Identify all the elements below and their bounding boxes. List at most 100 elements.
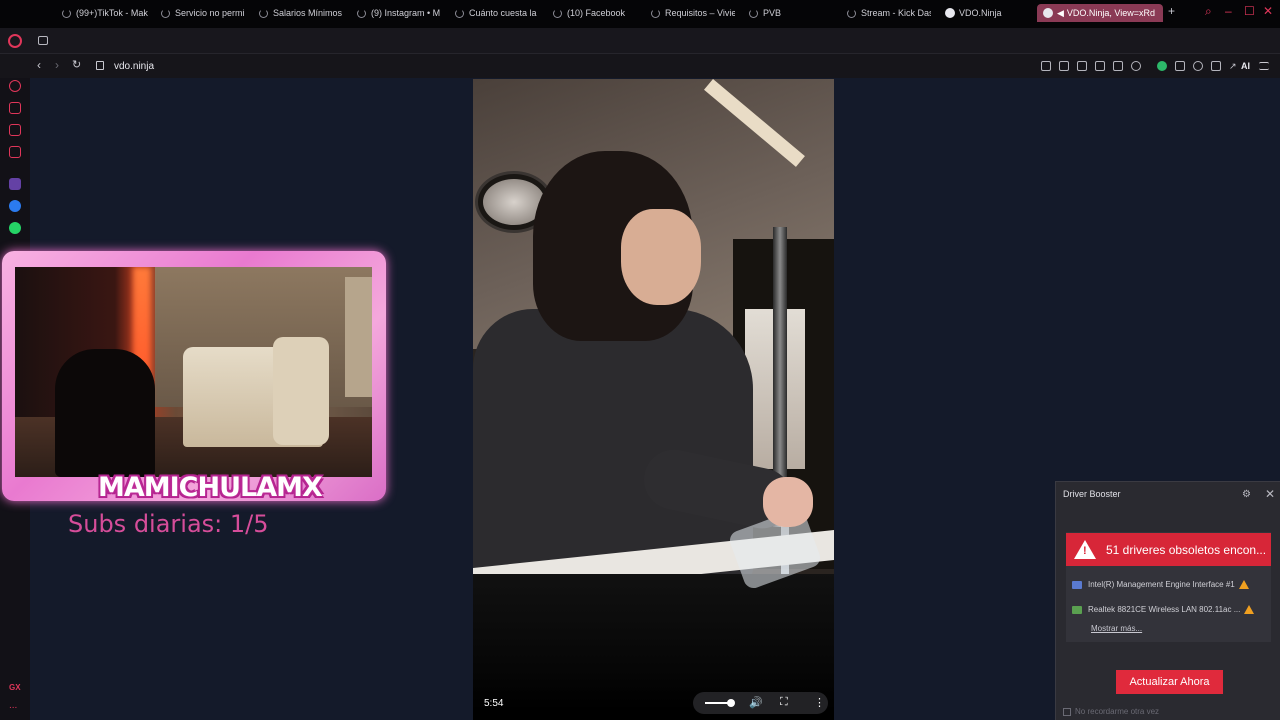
forward-icon[interactable]: ›: [55, 58, 59, 72]
tab-label: Cuánto cuesta la ·: [469, 8, 539, 18]
loading-icon: [455, 8, 464, 18]
bookmark-pin-icon[interactable]: [1041, 61, 1051, 71]
loading-icon: [259, 8, 268, 18]
gaming-chair: [55, 349, 155, 477]
vdo-ninja-favicon-icon: [1043, 8, 1053, 18]
gx-corner-icon[interactable]: [9, 102, 21, 114]
show-more-link[interactable]: Mostrar más...: [1091, 624, 1142, 633]
driver-booster-popup: Driver Booster ⚙ ✕ ! 51 driveres obsolet…: [1055, 481, 1280, 720]
alert-banner: ! 51 driveres obsoletos encon...: [1066, 533, 1271, 566]
video-player[interactable]: 5:54 🔊 ⛶ ⋮: [473, 79, 834, 720]
driver-item: Realtek 8821CE Wireless LAN 802.11ac ...: [1072, 605, 1255, 614]
tab-label: Requisitos – Vivie: [665, 8, 735, 18]
tab-label: (10) Facebook: [567, 8, 626, 18]
lock-icon: [96, 61, 104, 70]
tab-label: (9) Instagram • M: [371, 8, 441, 18]
aria-icon[interactable]: ↗: [1229, 61, 1239, 71]
vdo-ninja-favicon-icon: [945, 8, 955, 18]
search-tabs-icon[interactable]: ⌕: [1205, 4, 1212, 19]
video-time: 5:54: [484, 698, 504, 709]
tab-requisitos[interactable]: Requisitos – Vivie: [651, 4, 735, 22]
sofa-arm: [273, 337, 329, 445]
gx-control-icon[interactable]: [9, 80, 21, 92]
vpn-icon[interactable]: [1157, 61, 1167, 71]
loading-icon: [62, 8, 71, 18]
gx-media-icon[interactable]: [9, 146, 21, 158]
tab-vdo-ninja-view[interactable]: ◀ VDO.Ninja, View=xRd: [1037, 4, 1163, 22]
streamer-name: MAMICHULAMX: [98, 472, 323, 503]
checkbox-box[interactable]: [1063, 707, 1071, 716]
tab-salarios[interactable]: Salarios Mínimos ·: [259, 4, 343, 22]
close-icon[interactable]: ✕: [1265, 487, 1275, 501]
dont-remind-checkbox[interactable]: No recordarme otra vez: [1063, 707, 1159, 716]
fullscreen-icon[interactable]: ⛶: [780, 696, 788, 709]
whatsapp-icon[interactable]: [9, 222, 21, 234]
opera-gx-logo-icon[interactable]: [8, 34, 22, 48]
person-hand: [763, 477, 813, 527]
maximize-icon[interactable]: ☐: [1244, 4, 1255, 18]
tab-menu-icon[interactable]: [38, 36, 48, 45]
close-window-icon[interactable]: ✕: [1263, 4, 1273, 18]
tab-tiktok[interactable]: (99+)TikTok - Mak: [62, 4, 148, 22]
webcam-feed: [15, 267, 372, 477]
volume-knob[interactable]: [727, 699, 735, 707]
tab-pvb[interactable]: PVB: [749, 4, 833, 22]
tab-label: VDO.Ninja: [959, 8, 1002, 18]
sidebar-more-icon[interactable]: ...: [9, 700, 17, 711]
new-tab-button[interactable]: +: [1168, 4, 1175, 18]
alert-text: 51 driveres obsoletos encon...: [1106, 542, 1267, 557]
gx-tv-icon[interactable]: [9, 124, 21, 136]
driver-label: Intel(R) Management Engine Interface #1: [1088, 580, 1235, 589]
url-field[interactable]: vdo.ninja: [114, 61, 154, 72]
minimize-icon[interactable]: –: [1225, 4, 1232, 18]
loading-icon: [161, 8, 170, 18]
driver-item: Intel(R) Management Engine Interface #1: [1072, 580, 1249, 589]
play-icon[interactable]: [1113, 61, 1123, 71]
messenger-icon[interactable]: [9, 200, 21, 212]
shield-icon[interactable]: [1077, 61, 1087, 71]
loading-icon: [651, 8, 660, 18]
person-face: [621, 209, 701, 305]
ai-button[interactable]: AI: [1241, 61, 1250, 71]
warning-icon: [1238, 580, 1249, 589]
tab-label: Salarios Mínimos ·: [273, 8, 343, 18]
gx-label[interactable]: GX: [9, 683, 21, 692]
popup-title: Driver Booster: [1063, 489, 1121, 499]
loading-icon: [553, 8, 562, 18]
door: [345, 277, 372, 397]
tab-kick[interactable]: Stream - Kick Das: [847, 4, 931, 22]
dont-remind-label: No recordarme otra vez: [1075, 707, 1160, 716]
speaker-icon[interactable]: ◀: [1057, 8, 1064, 19]
loading-icon: [357, 8, 366, 18]
tab-label: (99+)TikTok - Mak: [76, 8, 148, 18]
tab-cuanto-cuesta[interactable]: Cuánto cuesta la ·: [455, 4, 539, 22]
twitch-icon[interactable]: [9, 178, 21, 190]
loading-icon: [847, 8, 856, 18]
person-body: [473, 309, 753, 579]
tab-label: Servicio no permi: [175, 8, 245, 18]
tab-facebook[interactable]: (10) Facebook: [553, 4, 637, 22]
tab-label: PVB: [763, 8, 782, 18]
download-icon[interactable]: [1211, 61, 1221, 71]
heart-icon[interactable]: [1131, 61, 1141, 71]
tab-vdo-ninja[interactable]: VDO.Ninja: [945, 4, 1029, 22]
snapshot-icon[interactable]: [1059, 61, 1069, 71]
warning-icon: [1244, 605, 1255, 614]
settings-icon[interactable]: [1193, 61, 1203, 71]
tab-label: Stream - Kick Das: [861, 8, 931, 18]
loading-icon: [749, 8, 758, 18]
menu-icon[interactable]: [1259, 62, 1269, 70]
more-options-icon[interactable]: ⋮: [814, 696, 825, 709]
back-icon[interactable]: ‹: [37, 58, 41, 72]
extensions-icon[interactable]: [1175, 61, 1185, 71]
gear-icon[interactable]: ⚙: [1242, 489, 1251, 500]
tab-servicio[interactable]: Servicio no permi: [161, 4, 245, 22]
tab-instagram[interactable]: (9) Instagram • M: [357, 4, 441, 22]
translate-icon[interactable]: [1095, 61, 1105, 71]
warning-icon: !: [1074, 540, 1096, 559]
update-now-button[interactable]: Actualizar Ahora: [1116, 670, 1223, 694]
reload-icon[interactable]: ↻: [72, 58, 81, 71]
tab-label: VDO.Ninja, View=xRd: [1066, 8, 1156, 18]
volume-icon[interactable]: 🔊: [749, 696, 763, 709]
network-icon: [1072, 605, 1082, 614]
